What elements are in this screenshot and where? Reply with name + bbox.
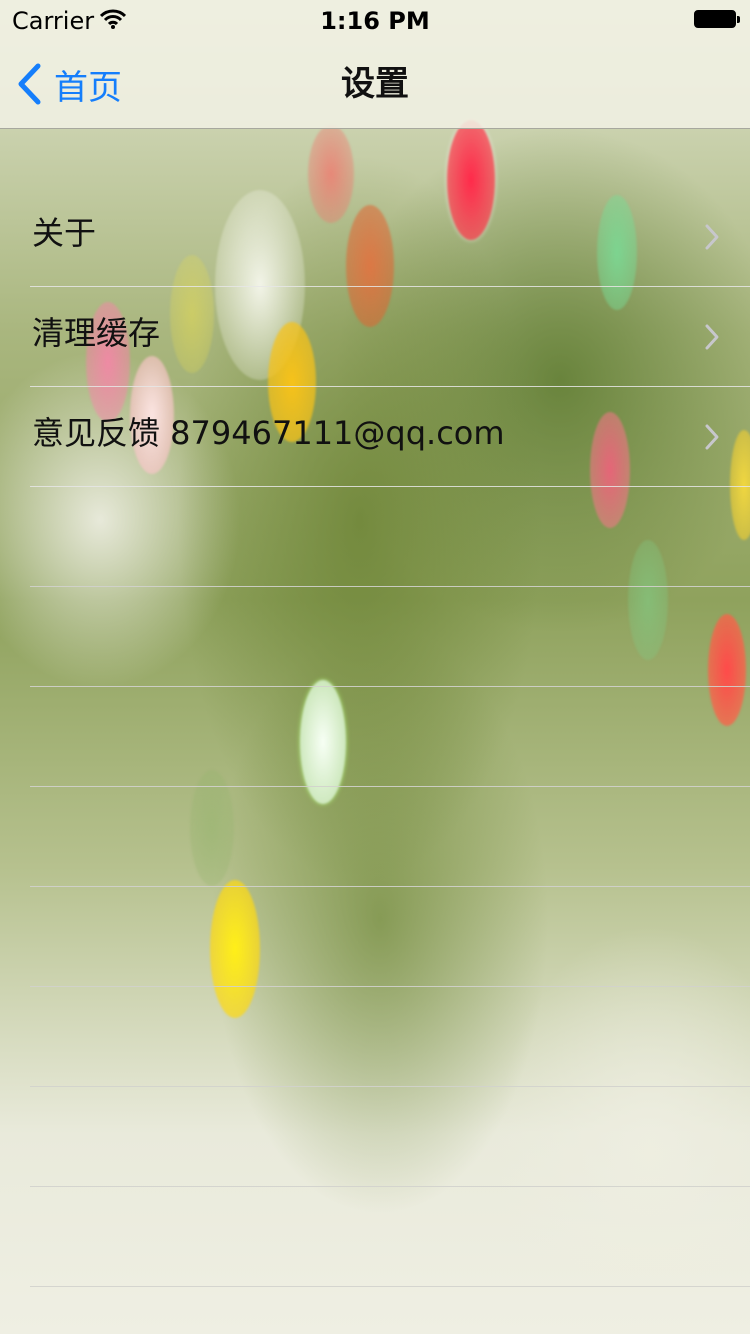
settings-table: 关于 清理缓存 意见反馈 879467111@qq.com — [0, 187, 750, 1287]
row-label: 清理缓存 — [32, 314, 161, 352]
chevron-right-icon — [705, 424, 719, 450]
empty-table-row — [30, 987, 750, 1087]
chevron-right-icon — [705, 324, 719, 350]
status-bar: Carrier 1:16 PM — [0, 0, 750, 40]
empty-table-row — [30, 687, 750, 787]
empty-table-row — [30, 487, 750, 587]
chevron-right-icon — [705, 224, 719, 250]
empty-table-row — [30, 1087, 750, 1187]
battery-icon — [694, 10, 740, 28]
settings-screen: 首页 设置 Carrier 1:16 PM 关于 清理缓存 意见反馈 87946… — [0, 0, 750, 1334]
status-time: 1:16 PM — [320, 7, 430, 35]
empty-table-row — [30, 787, 750, 887]
settings-row-feedback[interactable]: 意见反馈 879467111@qq.com — [30, 387, 750, 487]
row-label: 意见反馈 879467111@qq.com — [32, 414, 505, 452]
row-label: 关于 — [32, 214, 97, 252]
settings-row-clear-cache[interactable]: 清理缓存 — [30, 287, 750, 387]
settings-row-about[interactable]: 关于 — [30, 187, 750, 287]
empty-table-row — [30, 887, 750, 987]
empty-table-row — [30, 1187, 750, 1287]
page-title: 设置 — [341, 64, 409, 104]
empty-table-row — [30, 587, 750, 687]
